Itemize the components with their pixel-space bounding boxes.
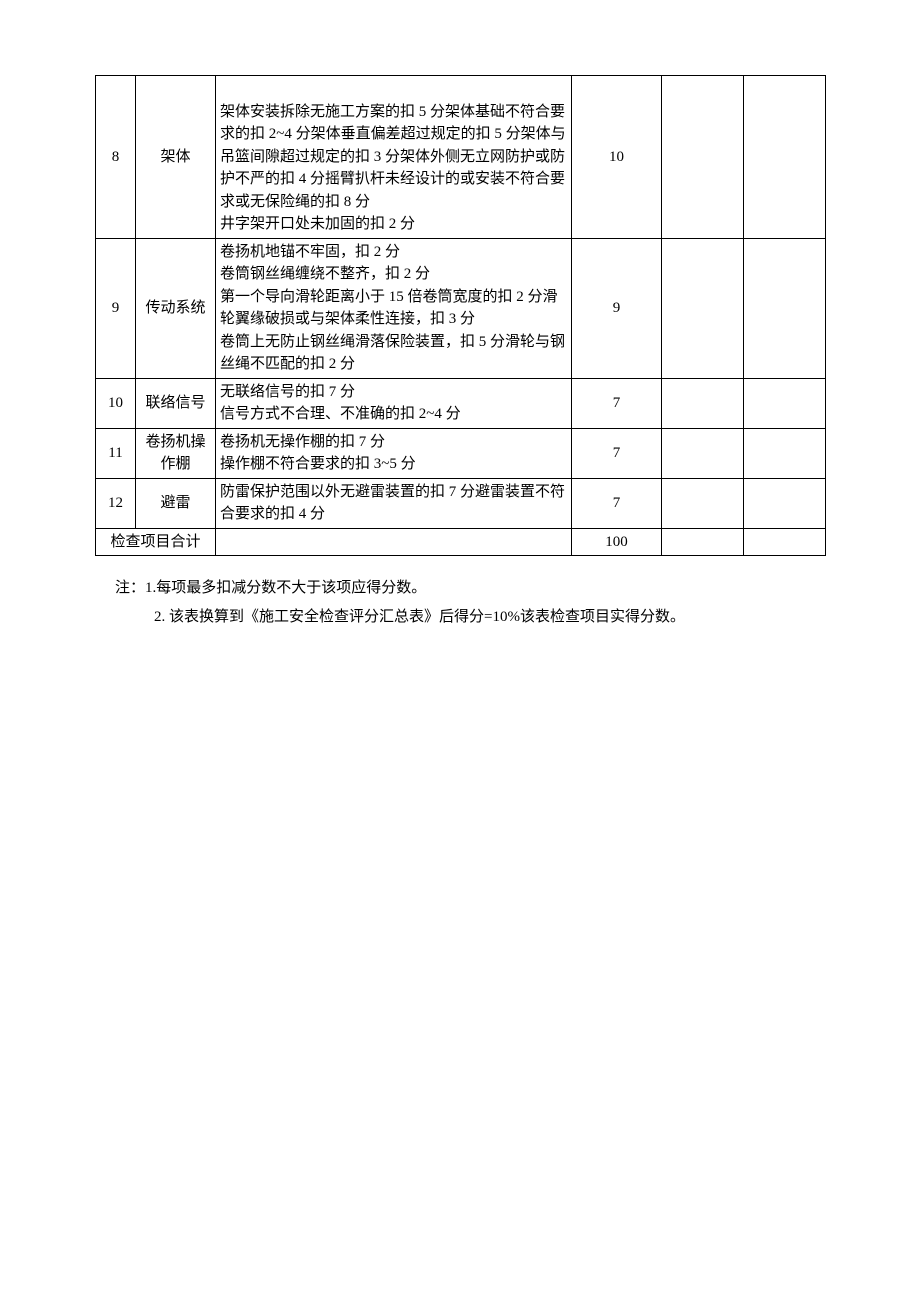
row-col6 [744, 238, 826, 378]
row-col5 [662, 428, 744, 478]
table-row: 9 传动系统 卷扬机地锚不牢固，扣 2 分 卷筒钢丝绳缠绕不整齐，扣 2 分 第… [96, 238, 826, 378]
row-col6 [744, 76, 826, 239]
table-footer-row: 检查项目合计 100 [96, 528, 826, 556]
row-score: 7 [572, 378, 662, 428]
row-desc: 防雷保护范围以外无避雷装置的扣 7 分避雷装置不符合要求的扣 4 分 [216, 478, 572, 528]
row-col5 [662, 478, 744, 528]
footer-col5 [662, 528, 744, 556]
row-desc: 卷扬机地锚不牢固，扣 2 分 卷筒钢丝绳缠绕不整齐，扣 2 分 第一个导向滑轮距… [216, 238, 572, 378]
table-row: 8 架体 架体安装拆除无施工方案的扣 5 分架体基础不符合要求的扣 2~4 分架… [96, 76, 826, 239]
footnotes: 注：1.每项最多扣减分数不大于该项应得分数。 2. 该表换算到《施工安全检查评分… [115, 574, 825, 631]
row-number: 8 [96, 76, 136, 239]
row-item: 传动系统 [136, 238, 216, 378]
table-row: 11 卷扬机操作棚 卷扬机无操作棚的扣 7 分 操作棚不符合要求的扣 3~5 分… [96, 428, 826, 478]
inspection-table: 8 架体 架体安装拆除无施工方案的扣 5 分架体基础不符合要求的扣 2~4 分架… [95, 75, 826, 556]
row-col6 [744, 478, 826, 528]
row-col5 [662, 238, 744, 378]
footer-col6 [744, 528, 826, 556]
row-number: 9 [96, 238, 136, 378]
row-desc: 卷扬机无操作棚的扣 7 分 操作棚不符合要求的扣 3~5 分 [216, 428, 572, 478]
row-col6 [744, 428, 826, 478]
footer-label: 检查项目合计 [96, 528, 216, 556]
row-item: 卷扬机操作棚 [136, 428, 216, 478]
row-col5 [662, 378, 744, 428]
document-page: 8 架体 架体安装拆除无施工方案的扣 5 分架体基础不符合要求的扣 2~4 分架… [0, 0, 920, 1301]
row-score: 7 [572, 428, 662, 478]
row-score: 9 [572, 238, 662, 378]
row-score: 10 [572, 76, 662, 239]
row-item: 架体 [136, 76, 216, 239]
row-number: 11 [96, 428, 136, 478]
row-number: 10 [96, 378, 136, 428]
row-desc: 架体安装拆除无施工方案的扣 5 分架体基础不符合要求的扣 2~4 分架体垂直偏差… [216, 76, 572, 239]
row-number: 12 [96, 478, 136, 528]
row-col6 [744, 378, 826, 428]
table-row: 10 联络信号 无联络信号的扣 7 分 信号方式不合理、不准确的扣 2~4 分 … [96, 378, 826, 428]
footnote-line: 注：1.每项最多扣减分数不大于该项应得分数。 [115, 574, 825, 603]
footer-desc [216, 528, 572, 556]
table-row: 12 避雷 防雷保护范围以外无避雷装置的扣 7 分避雷装置不符合要求的扣 4 分… [96, 478, 826, 528]
row-desc: 无联络信号的扣 7 分 信号方式不合理、不准确的扣 2~4 分 [216, 378, 572, 428]
row-score: 7 [572, 478, 662, 528]
row-col5 [662, 76, 744, 239]
footnote-line: 2. 该表换算到《施工安全检查评分汇总表》后得分=10%该表检查项目实得分数。 [115, 603, 825, 632]
footer-score: 100 [572, 528, 662, 556]
row-item: 避雷 [136, 478, 216, 528]
row-item: 联络信号 [136, 378, 216, 428]
